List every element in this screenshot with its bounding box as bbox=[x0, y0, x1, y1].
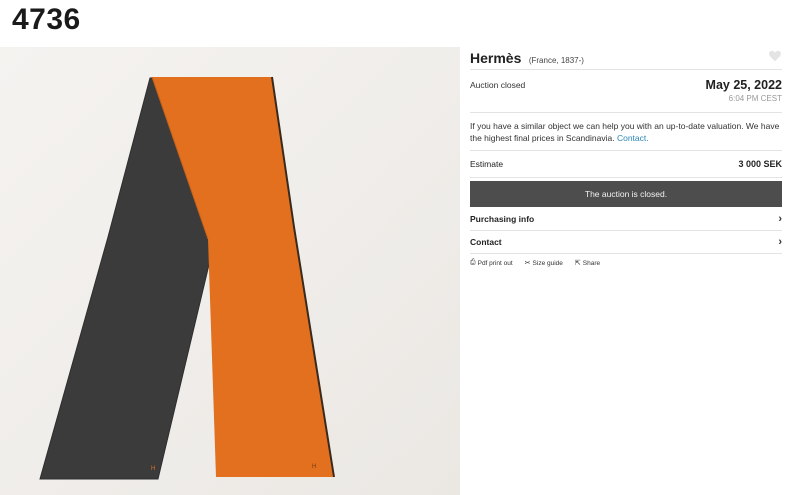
contact-row[interactable]: Contact › bbox=[470, 231, 782, 253]
auction-date-block: May 25, 2022 6:04 PM CEST bbox=[706, 78, 782, 112]
auction-time: 6:04 PM CEST bbox=[728, 94, 782, 103]
svg-text:H: H bbox=[151, 466, 155, 472]
auction-date: May 25, 2022 bbox=[705, 78, 782, 92]
lot-details-panel: Hermès (France, 1837-) Auction closed Ma… bbox=[470, 47, 782, 267]
share-icon: ⇱ bbox=[574, 260, 581, 267]
artist-heading: Hermès (France, 1837-) bbox=[470, 50, 584, 68]
scissors-icon: ✂ bbox=[524, 260, 531, 267]
size-guide-label: Size guide bbox=[532, 259, 563, 267]
auction-closed-banner: The auction is closed. bbox=[470, 181, 782, 207]
heart-icon[interactable] bbox=[768, 49, 782, 63]
auction-closed-message: The auction is closed. bbox=[584, 189, 668, 199]
artist-name: Hermès bbox=[470, 50, 522, 66]
artist-origin: (France, 1837-) bbox=[528, 56, 584, 65]
pdf-print-button[interactable]: ⎙ Pdf print out bbox=[470, 259, 513, 267]
lot-number: 4736 bbox=[12, 3, 81, 36]
auction-status-row: Auction closed May 25, 2022 6:04 PM CEST bbox=[470, 70, 782, 112]
valuation-notice: If you have a similar object we can help… bbox=[470, 113, 782, 150]
share-label: Share bbox=[582, 259, 601, 267]
purchasing-info-row[interactable]: Purchasing info › bbox=[470, 208, 782, 230]
pdf-print-label: Pdf print out bbox=[477, 259, 513, 267]
chevron-right-icon: › bbox=[778, 236, 782, 248]
chevron-right-icon: › bbox=[778, 213, 782, 225]
printer-icon: ⎙ bbox=[470, 259, 476, 266]
divider bbox=[470, 177, 782, 178]
svg-text:H: H bbox=[312, 464, 316, 470]
lot-tools: ⎙ Pdf print out ✂ Size guide ⇱ Share bbox=[470, 254, 782, 267]
valuation-contact-link[interactable]: Contact. bbox=[617, 133, 649, 143]
purchasing-info-label: Purchasing info bbox=[470, 214, 535, 224]
scarf-image: H H bbox=[0, 47, 460, 495]
estimate-value: 3 000 SEK bbox=[738, 159, 782, 169]
share-button[interactable]: ⇱ Share bbox=[574, 259, 601, 268]
title-row: Hermès (France, 1837-) bbox=[470, 47, 782, 69]
estimate-label: Estimate bbox=[470, 159, 504, 169]
lot-photo[interactable]: H H bbox=[0, 47, 460, 495]
contact-label: Contact bbox=[470, 237, 502, 247]
auction-status: Auction closed bbox=[470, 80, 526, 90]
size-guide-button[interactable]: ✂ Size guide bbox=[524, 259, 563, 268]
estimate-row: Estimate 3 000 SEK bbox=[470, 151, 782, 177]
